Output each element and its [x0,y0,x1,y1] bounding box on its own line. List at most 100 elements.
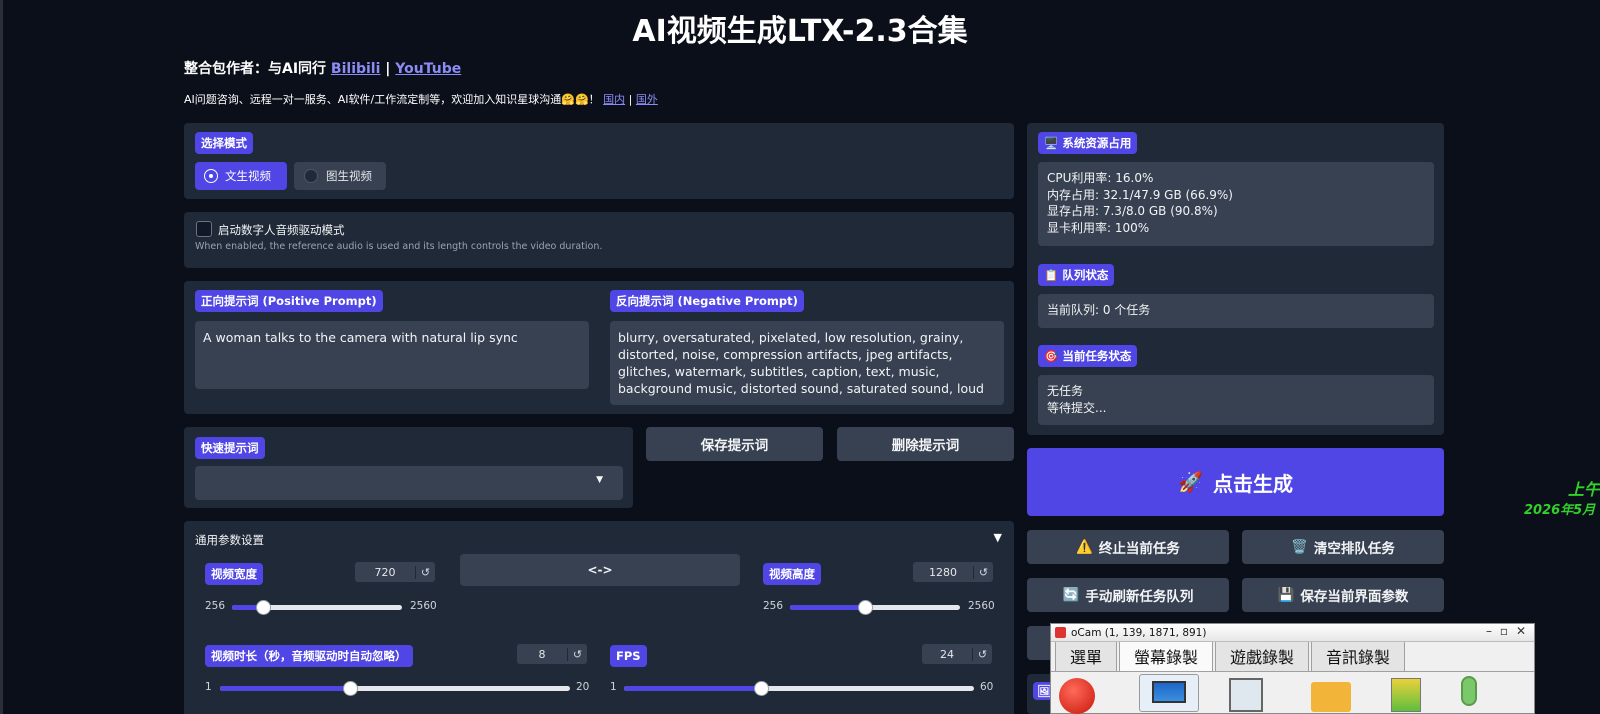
refresh-icon: 🔄 [1062,587,1080,603]
save-params-label: 保存当前界面参数 [1300,589,1409,605]
digital-human-label: 启动数字人音频驱动模式 [218,223,345,237]
overseas-link[interactable]: 国外 [636,93,658,106]
queue-status-box: 当前队列: 0 个任务 [1038,294,1434,328]
minimize-icon[interactable]: – [1486,624,1492,638]
digital-human-hint: When enabled, the reference audio is use… [195,241,603,252]
digital-human-checkbox[interactable] [196,221,212,237]
stop-task-button[interactable]: ⚠️ 终止当前任务 [1027,530,1229,564]
task-label-text: 当前任务状态 [1062,349,1132,363]
monitor-icon: 🖥️ [1044,136,1063,150]
tab-screen-record[interactable]: 螢幕錄製 [1119,640,1214,671]
vram-usage: 显存占用: 7.3/8.0 GB (90.8%) [1047,204,1218,218]
monitor-icon [1152,681,1186,703]
screen-area-button[interactable] [1139,674,1199,712]
stop-label: 终止当前任务 [1098,541,1180,557]
ocam-window: oCam (1, 139, 1871, 891) – ▫ ✕ 選單 螢幕錄製 遊… [1050,623,1535,714]
slider-fill [220,686,350,691]
duration-max: 20 [576,681,590,693]
positive-prompt-input[interactable]: A woman talks to the camera with natural… [195,321,589,389]
radio-label: 文生视频 [225,169,271,183]
params-header[interactable]: 通用参数设置 [195,532,264,548]
height-max: 2560 [968,600,995,612]
prompts-panel: 正向提示词 (Positive Prompt) A woman talks to… [184,281,1014,414]
tab-audio-record[interactable]: 音訊錄製 [1311,640,1406,671]
radio-label: 图生视频 [326,169,372,183]
resize-icon[interactable] [1229,678,1263,712]
codec-icon[interactable] [1391,678,1421,712]
width-label: 视频宽度 [205,563,263,585]
queue-label-text: 队列状态 [1062,268,1109,282]
radio-unselected-icon [304,169,318,183]
youtube-link[interactable]: YouTube [395,61,461,77]
fps-slider[interactable] [624,681,974,696]
slider-thumb[interactable] [342,681,358,696]
height-min: 256 [763,600,784,612]
width-min: 256 [205,600,226,612]
info-separator: | [625,93,636,106]
duration-slider[interactable] [220,681,570,696]
bilibili-link[interactable]: Bilibili [331,61,381,77]
tab-game-record[interactable]: 遊戲錄製 [1215,640,1310,671]
maximize-icon[interactable]: ▫ [1500,624,1508,638]
swap-dimensions-button[interactable]: <-> [460,554,740,586]
clear-queue-button[interactable]: 🗑️ 清空排队任务 [1242,530,1444,564]
slider-thumb[interactable] [255,600,271,615]
floppy-disk-icon: 💾 [1277,587,1295,603]
author-line: 整合包作者：与AI同行 Bilibili | YouTube [184,58,461,78]
ocam-logo-icon [1055,627,1066,638]
cpu-usage: CPU利用率: 16.0% [1047,171,1154,185]
task-status-box: 无任务 等待提交... [1038,375,1434,425]
memory-usage: 内存占用: 32.1/47.9 GB (66.9%) [1047,187,1233,202]
ocam-tabbar: 選單 螢幕錄製 遊戲錄製 音訊錄製 [1051,640,1534,672]
radio-image-to-video[interactable]: 图生视频 [294,162,386,190]
slider-fill [624,686,761,691]
fps-input[interactable]: 24 ↺ [922,644,992,664]
status-panel: 🖥️ 系统资源占用 CPU利用率: 16.0% 内存占用: 32.1/47.9 … [1027,123,1444,435]
reset-icon[interactable]: ↺ [567,647,587,661]
duration-input[interactable]: 8 ↺ [517,644,587,664]
folder-icon[interactable] [1311,682,1351,712]
microphone-icon[interactable] [1461,676,1477,706]
width-value: 720 [374,565,396,579]
slider-thumb[interactable] [857,600,873,615]
system-resource-label: 🖥️ 系统资源占用 [1038,132,1138,154]
reset-icon[interactable]: ↺ [972,647,992,661]
gpu-usage: 显卡利用率: 100% [1047,220,1150,235]
system-label-text: 系统资源占用 [1062,136,1132,150]
record-icon[interactable] [1059,678,1095,714]
reset-icon[interactable]: ↺ [973,565,993,579]
delete-prompt-button[interactable]: 删除提示词 [837,427,1014,461]
close-icon[interactable]: ✕ [1516,624,1526,638]
width-input[interactable]: 720 ↺ [355,562,435,582]
dart-icon: 🎯 [1044,349,1063,363]
ocam-toolbar [1051,672,1534,714]
radio-text-to-video[interactable]: 文生视频 [195,162,287,190]
height-input[interactable]: 1280 ↺ [913,562,993,582]
refresh-queue-button[interactable]: 🔄 手动刷新任务队列 [1027,578,1229,612]
negative-prompt-input[interactable]: blurry, oversaturated, pixelated, low re… [610,321,1004,405]
fps-min: 1 [610,681,617,693]
reset-icon[interactable]: ↺ [415,565,435,579]
window-edge [0,0,3,714]
task-status-label: 🎯 当前任务状态 [1038,345,1138,367]
refresh-label: 手动刷新任务队列 [1085,589,1194,605]
clock-time-text: 上午 [1568,480,1600,499]
generate-button[interactable]: 🚀 点击生成 [1027,448,1444,516]
ocam-titlebar[interactable]: oCam (1, 139, 1871, 891) – ▫ ✕ [1051,624,1534,642]
height-label: 视频高度 [763,563,821,585]
height-slider[interactable] [790,600,960,615]
domestic-link[interactable]: 国内 [603,93,625,106]
quick-prompt-dropdown[interactable]: ▼ [195,466,623,500]
digital-human-panel: 启动数字人音频驱动模式 When enabled, the reference … [184,212,1014,268]
slider-thumb[interactable] [753,681,769,696]
width-slider[interactable] [232,600,402,615]
clear-label: 清空排队任务 [1313,541,1395,557]
save-params-button[interactable]: 💾 保存当前界面参数 [1242,578,1444,612]
author-separator: | [380,61,396,77]
collapse-icon[interactable]: ▼ [994,531,1002,544]
positive-prompt-label: 正向提示词 (Positive Prompt) [195,290,383,312]
negative-prompt-label: 反向提示词 (Negative Prompt) [610,290,804,312]
save-prompt-button[interactable]: 保存提示词 [646,427,823,461]
page-title: AI视频生成LTX-2.3合集 [632,14,968,49]
tab-menu[interactable]: 選單 [1055,640,1118,671]
